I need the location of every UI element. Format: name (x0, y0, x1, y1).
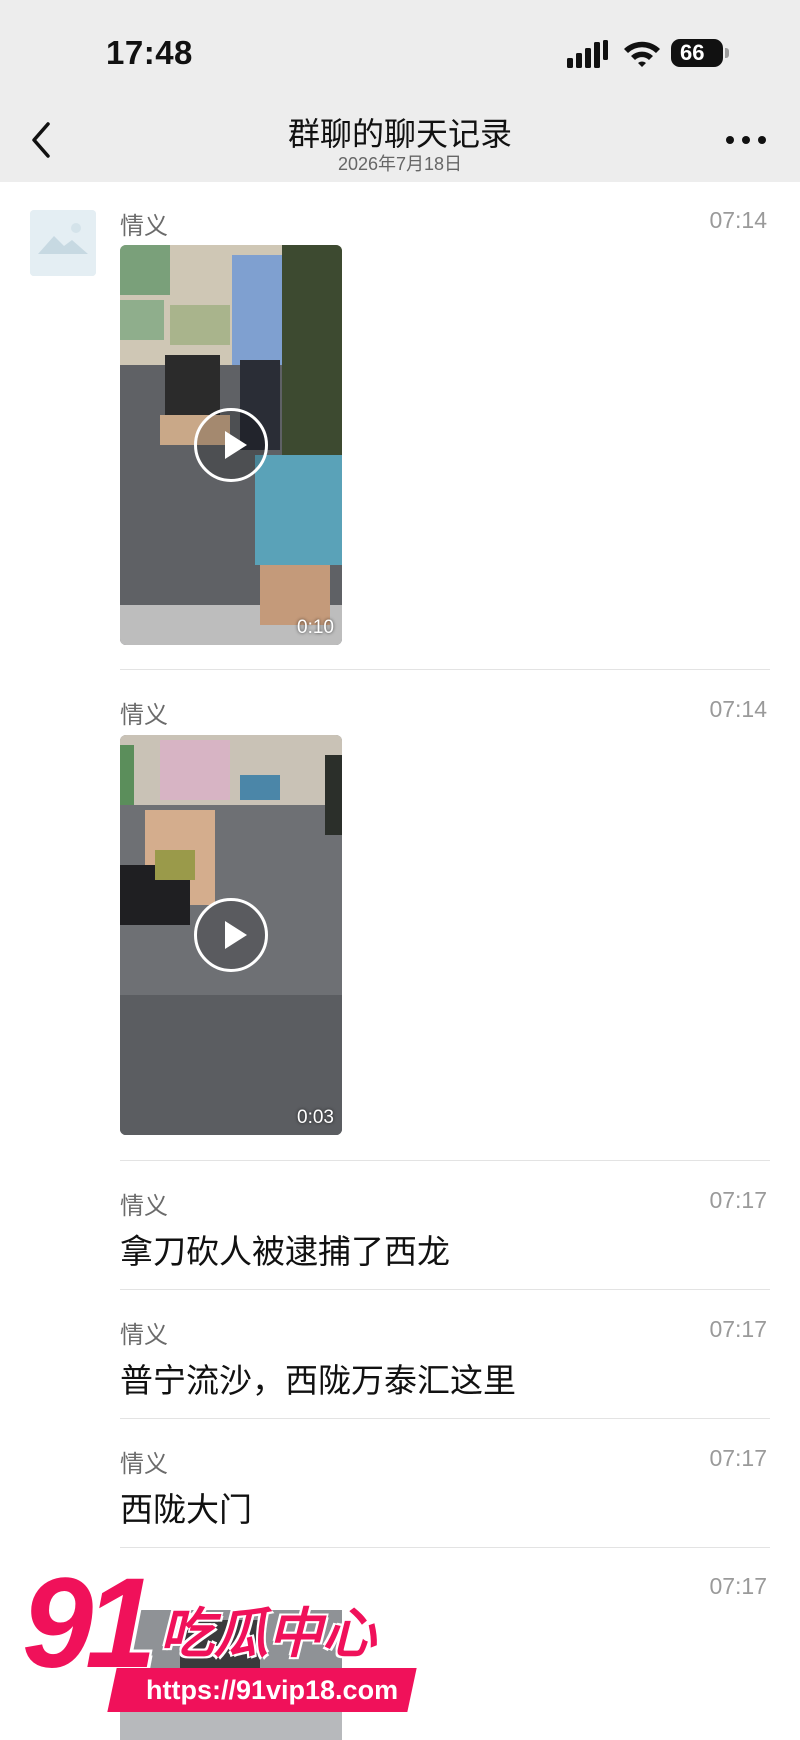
message-sender: 情义 (120, 213, 168, 240)
message-time: 07:14 (709, 696, 767, 722)
message-time: 07:14 (709, 207, 767, 233)
watermark-url: https://91vip18.com (146, 1675, 399, 1705)
message-time: 07:17 (709, 1573, 767, 1599)
video-thumbnail[interactable]: 0:10 (120, 245, 342, 645)
message-text: 西陇大门 (120, 1491, 252, 1528)
divider (120, 1418, 770, 1419)
watermark-logo: 91 吃瓜中心 https://91vip18.com (22, 1560, 417, 1720)
play-icon[interactable] (194, 408, 268, 482)
wifi-icon (624, 41, 660, 67)
top-bar: 17:48 66 群聊的聊天记录 2026年7月18日 (0, 0, 800, 182)
message-sender: 情义 (120, 1193, 168, 1220)
message-time: 07:17 (709, 1187, 767, 1213)
divider (120, 1289, 770, 1290)
page-subtitle: 2026年7月18日 (337, 154, 463, 174)
avatar[interactable] (30, 210, 96, 276)
page-title: 群聊的聊天记录 (287, 116, 512, 152)
watermark-url-banner: https://91vip18.com (107, 1668, 417, 1712)
video-thumbnail[interactable]: 0:03 (120, 735, 342, 1135)
divider (120, 1160, 770, 1161)
image-placeholder-icon (30, 210, 96, 276)
message-time: 07:17 (709, 1445, 767, 1471)
message-text: 普宁流沙，西陇万泰汇这里 (120, 1362, 516, 1399)
video-duration: 0:03 (297, 1107, 334, 1128)
message-time: 07:17 (709, 1316, 767, 1342)
message-sender: 情义 (120, 1451, 168, 1478)
signal-icon (567, 40, 608, 68)
status-time: 17:48 (106, 34, 193, 71)
play-icon[interactable] (194, 898, 268, 972)
battery-icon: 66 (671, 39, 729, 67)
video-duration: 0:10 (297, 617, 334, 638)
more-options-button[interactable] (724, 130, 768, 150)
message-text: 拿刀砍人被逮捕了西龙 (120, 1233, 450, 1270)
watermark-name: 吃瓜中心 (160, 1604, 376, 1664)
message-sender: 情义 (120, 702, 168, 729)
divider (120, 669, 770, 670)
divider (120, 1547, 770, 1548)
message-sender: 情义 (120, 1322, 168, 1349)
